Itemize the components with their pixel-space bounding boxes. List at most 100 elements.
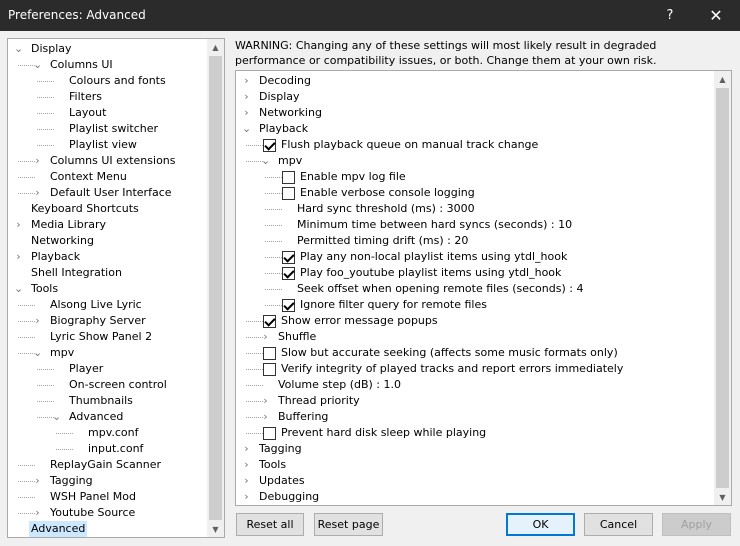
collapsed-chevron-icon[interactable]: ›	[33, 153, 42, 169]
advanced-setting-row[interactable]: Play any non-local playlist items using …	[236, 249, 713, 265]
tree-item[interactable]: Advanced	[8, 521, 206, 537]
option-checkbox[interactable]	[263, 363, 276, 376]
option-checkbox[interactable]	[282, 251, 295, 264]
advanced-setting-row[interactable]: ⌄ mpv	[236, 153, 713, 169]
collapsed-chevron-icon[interactable]: ›	[14, 217, 23, 233]
collapsed-chevron-icon[interactable]: ›	[242, 105, 251, 121]
advanced-setting-row[interactable]: Play foo_youtube playlist items using yt…	[236, 265, 713, 281]
close-icon[interactable]: ✕	[696, 0, 736, 31]
advanced-setting-row[interactable]: › Decoding	[236, 73, 713, 89]
expanded-chevron-icon[interactable]: ⌄	[33, 345, 42, 361]
tree-item[interactable]: Keyboard Shortcuts	[8, 201, 206, 217]
apply-button[interactable]: Apply	[662, 513, 731, 536]
tree-item[interactable]: Playlist switcher	[8, 121, 206, 137]
advanced-setting-row[interactable]: › Networking	[236, 105, 713, 121]
scroll-thumb[interactable]	[209, 56, 222, 520]
reset-all-button[interactable]: Reset all	[236, 513, 304, 536]
advanced-setting-row[interactable]: Enable mpv log file	[236, 169, 713, 185]
expanded-chevron-icon[interactable]: ⌄	[14, 41, 23, 57]
advanced-setting-row[interactable]: › Updates	[236, 473, 713, 489]
tree-item[interactable]: Networking	[8, 233, 206, 249]
tree-item[interactable]: Playlist view	[8, 137, 206, 153]
tree-item[interactable]: › Media Library	[8, 217, 206, 233]
collapsed-chevron-icon[interactable]: ›	[242, 441, 251, 457]
tree-item[interactable]: ⌄ Tools	[8, 281, 206, 297]
tree-item[interactable]: On-screen control	[8, 377, 206, 393]
option-checkbox[interactable]	[263, 347, 276, 360]
advanced-setting-row[interactable]: › Debugging	[236, 489, 713, 505]
advanced-setting-row[interactable]: Permitted timing drift (ms) : 20	[236, 233, 713, 249]
advanced-setting-row[interactable]: › Tools	[236, 457, 713, 473]
advanced-setting-row[interactable]: Prevent hard disk sleep while playing	[236, 425, 713, 441]
tree-item[interactable]: › Youtube Source	[8, 505, 206, 521]
tree-item[interactable]: ReplayGain Scanner	[8, 457, 206, 473]
collapsed-chevron-icon[interactable]: ›	[33, 313, 42, 329]
tree-item[interactable]: ⌄ Display	[8, 41, 206, 57]
cancel-button[interactable]: Cancel	[584, 513, 653, 536]
scroll-down-arrow-icon[interactable]: ▼	[714, 489, 731, 505]
collapsed-chevron-icon[interactable]: ›	[33, 185, 42, 201]
option-checkbox[interactable]	[282, 171, 295, 184]
reset-page-button[interactable]: Reset page	[314, 513, 383, 536]
tree-item[interactable]: mpv.conf	[8, 425, 206, 441]
expanded-chevron-icon[interactable]: ⌄	[242, 121, 251, 137]
advanced-setting-row[interactable]: ⌄ Playback	[236, 121, 713, 137]
collapsed-chevron-icon[interactable]: ›	[261, 393, 270, 409]
tree-item[interactable]: Filters	[8, 89, 206, 105]
option-checkbox[interactable]	[263, 139, 276, 152]
expanded-chevron-icon[interactable]: ⌄	[261, 153, 270, 169]
option-checkbox[interactable]	[282, 187, 295, 200]
tree-item[interactable]: Player	[8, 361, 206, 377]
advanced-setting-row[interactable]: › Buffering	[236, 409, 713, 425]
collapsed-chevron-icon[interactable]: ›	[242, 489, 251, 505]
preferences-tree[interactable]: ⌄ Display ⌄ Columns UI Colours and fonts Filt…	[7, 38, 225, 538]
advanced-setting-row[interactable]: Volume step (dB) : 1.0	[236, 377, 713, 393]
expanded-chevron-icon[interactable]: ⌄	[33, 57, 42, 73]
tree-item[interactable]: › Default User Interface	[8, 185, 206, 201]
advanced-setting-row[interactable]: › Tagging	[236, 441, 713, 457]
collapsed-chevron-icon[interactable]: ›	[242, 457, 251, 473]
collapsed-chevron-icon[interactable]: ›	[242, 89, 251, 105]
tree-item[interactable]: ⌄ mpv	[8, 345, 206, 361]
advanced-tree-scrollbar[interactable]: ▲ ▼	[714, 71, 731, 505]
tree-item[interactable]: Shell Integration	[8, 265, 206, 281]
collapsed-chevron-icon[interactable]: ›	[242, 73, 251, 89]
tree-item[interactable]: ⌄ Columns UI	[8, 57, 206, 73]
tree-item[interactable]: input.conf	[8, 441, 206, 457]
tree-item[interactable]: WSH Panel Mod	[8, 489, 206, 505]
expanded-chevron-icon[interactable]: ⌄	[14, 281, 23, 297]
collapsed-chevron-icon[interactable]: ›	[261, 409, 270, 425]
help-icon[interactable]: ?	[650, 0, 690, 31]
option-checkbox[interactable]	[282, 267, 295, 280]
tree-item[interactable]: Alsong Live Lyric	[8, 297, 206, 313]
tree-item[interactable]: › Columns UI extensions	[8, 153, 206, 169]
collapsed-chevron-icon[interactable]: ›	[14, 249, 23, 265]
advanced-setting-row[interactable]: Show error message popups	[236, 313, 713, 329]
advanced-setting-row[interactable]: › Display	[236, 89, 713, 105]
option-checkbox[interactable]	[282, 299, 295, 312]
advanced-setting-row[interactable]: Slow but accurate seeking (affects some …	[236, 345, 713, 361]
tree-item[interactable]: Lyric Show Panel 2	[8, 329, 206, 345]
scroll-thumb[interactable]	[716, 88, 729, 488]
advanced-setting-row[interactable]: Hard sync threshold (ms) : 3000	[236, 201, 713, 217]
tree-item[interactable]: › Tagging	[8, 473, 206, 489]
scroll-up-arrow-icon[interactable]: ▲	[207, 39, 224, 55]
expanded-chevron-icon[interactable]: ⌄	[52, 409, 61, 425]
scroll-down-arrow-icon[interactable]: ▼	[207, 521, 224, 537]
tree-item[interactable]: Colours and fonts	[8, 73, 206, 89]
collapsed-chevron-icon[interactable]: ›	[261, 329, 270, 345]
advanced-setting-row[interactable]: Flush playback queue on manual track cha…	[236, 137, 713, 153]
collapsed-chevron-icon[interactable]: ›	[33, 505, 42, 521]
tree-item[interactable]: Layout	[8, 105, 206, 121]
tree-item[interactable]: › Playback	[8, 249, 206, 265]
collapsed-chevron-icon[interactable]: ›	[242, 473, 251, 489]
tree-item[interactable]: Context Menu	[8, 169, 206, 185]
ok-button[interactable]: OK	[506, 513, 575, 536]
preferences-tree-scrollbar[interactable]: ▲ ▼	[207, 39, 224, 537]
advanced-settings-tree[interactable]: › Decoding › Display › Networking ⌄ Playback Flu…	[235, 70, 732, 506]
advanced-setting-row[interactable]: › Shuffle	[236, 329, 713, 345]
advanced-setting-row[interactable]: Ignore filter query for remote files	[236, 297, 713, 313]
advanced-setting-row[interactable]: Seek offset when opening remote files (s…	[236, 281, 713, 297]
tree-item[interactable]: Thumbnails	[8, 393, 206, 409]
advanced-setting-row[interactable]: Minimum time between hard syncs (seconds…	[236, 217, 713, 233]
